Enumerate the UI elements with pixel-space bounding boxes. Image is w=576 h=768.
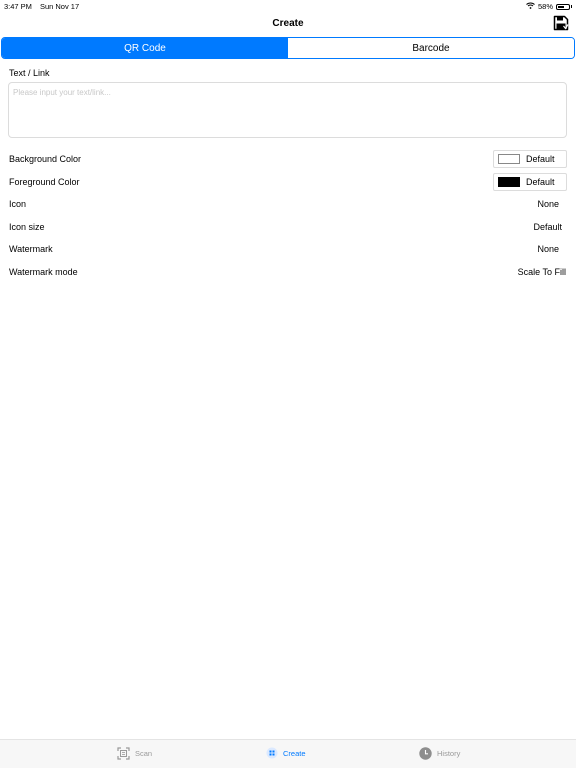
- page-title: Create: [272, 18, 304, 29]
- icon-label: Icon: [9, 199, 27, 209]
- background-color-swatch: [498, 154, 520, 164]
- watermark-mode-value[interactable]: Scale To Fill: [518, 267, 566, 277]
- watermark-value[interactable]: None: [537, 244, 559, 254]
- battery-percent: 58%: [537, 2, 553, 11]
- background-color-row[interactable]: Background Color Default: [0, 149, 576, 171]
- icon-size-row[interactable]: Icon size Default: [0, 217, 576, 239]
- wifi-icon: [526, 2, 535, 11]
- code-type-segmented-control: QR Code Barcode: [1, 37, 575, 59]
- icon-value[interactable]: None: [537, 199, 559, 209]
- create-icon: [266, 747, 278, 759]
- foreground-color-value: Default: [526, 177, 555, 187]
- status-date: Sun Nov 17: [39, 2, 80, 11]
- status-bar: 3:47 PM Sun Nov 17 58%: [0, 0, 576, 12]
- tab-history-label: History: [437, 749, 461, 758]
- segment-qr-code[interactable]: QR Code: [2, 38, 288, 58]
- tab-create[interactable]: Create: [266, 747, 306, 759]
- icon-size-value[interactable]: Default: [533, 222, 562, 232]
- foreground-color-row[interactable]: Foreground Color Default: [0, 172, 576, 194]
- tab-scan-label: Scan: [135, 749, 153, 758]
- tab-bar: Scan Create History: [0, 739, 576, 768]
- text-link-input[interactable]: [8, 82, 567, 138]
- clock-icon: [419, 747, 432, 760]
- watermark-label: Watermark: [9, 244, 53, 254]
- create-screen: 3:47 PM Sun Nov 17 58% Create QR Code Ba…: [0, 0, 576, 768]
- foreground-color-swatch: [498, 177, 520, 187]
- text-link-label: Text / Link: [9, 68, 50, 78]
- background-color-value: Default: [526, 154, 555, 164]
- tab-history[interactable]: History: [419, 747, 460, 760]
- background-color-label: Background Color: [9, 154, 82, 164]
- watermark-mode-label: Watermark mode: [9, 267, 78, 277]
- segment-barcode[interactable]: Barcode: [288, 38, 574, 58]
- foreground-color-button[interactable]: Default: [493, 173, 567, 191]
- floppy-disk-icon: [553, 15, 569, 31]
- watermark-mode-row[interactable]: Watermark mode Scale To Fill: [0, 262, 576, 284]
- watermark-row[interactable]: Watermark None: [0, 239, 576, 261]
- tab-scan[interactable]: Scan: [117, 747, 152, 760]
- battery-icon: [556, 3, 570, 10]
- navigation-bar: Create: [0, 12, 576, 36]
- tab-create-label: Create: [283, 748, 306, 758]
- icon-size-label: Icon size: [9, 222, 45, 232]
- status-time: 3:47 PM: [4, 2, 32, 11]
- scan-icon: [117, 747, 130, 760]
- foreground-color-label: Foreground Color: [9, 177, 80, 187]
- save-button[interactable]: [553, 15, 569, 31]
- background-color-button[interactable]: Default: [493, 150, 567, 168]
- icon-row[interactable]: Icon None: [0, 194, 576, 216]
